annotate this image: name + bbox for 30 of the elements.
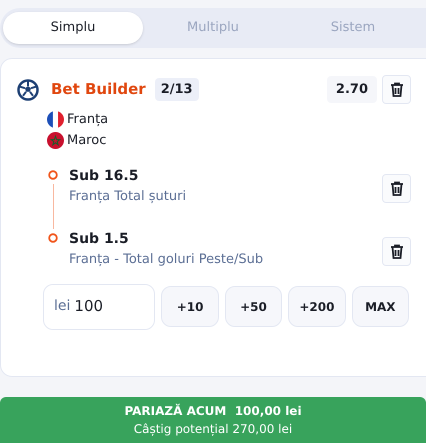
stake-input[interactable]: lei 100 [43, 284, 156, 330]
step-marker-icon [48, 170, 58, 180]
selection-market: Franța Total șuturi [69, 188, 186, 206]
potential-win-text: Câștig potențial 270,00 lei [134, 421, 292, 438]
quick-stake-button[interactable]: +50 [224, 286, 282, 327]
quick-stake-button[interactable]: +200 [288, 286, 346, 327]
selection-market: Franța - Total goluri Peste/Sub [69, 251, 264, 269]
step-marker-icon [48, 233, 58, 243]
soccer-ball-icon [17, 78, 39, 100]
trash-icon [390, 244, 404, 259]
trash-icon [390, 82, 404, 97]
delete-button[interactable] [382, 75, 411, 104]
france-flag-icon [47, 111, 64, 128]
team-name: Maroc [67, 132, 106, 150]
selection-pick: Sub 1.5 [69, 230, 130, 249]
odds-badge: 2.70 [326, 76, 377, 104]
quick-stake-button[interactable]: MAX [352, 286, 410, 327]
bet-title: Bet Builder [51, 79, 146, 100]
selection-count-badge: 2/13 [154, 78, 199, 102]
selection-pick: Sub 16.5 [69, 167, 140, 186]
quick-stake-button[interactable]: +10 [161, 286, 219, 327]
morocco-flag-icon [47, 132, 64, 149]
delete-button[interactable] [382, 174, 411, 203]
tab[interactable]: Simplu [3, 12, 143, 44]
trash-icon [390, 181, 404, 196]
currency-label: lei [54, 297, 70, 316]
delete-button[interactable] [382, 237, 411, 266]
place-bet-label: PARIAZĂ ACUM 100,00 lei [124, 402, 302, 420]
team-name: Franța [67, 111, 108, 129]
stake-value: 100 [74, 296, 104, 318]
